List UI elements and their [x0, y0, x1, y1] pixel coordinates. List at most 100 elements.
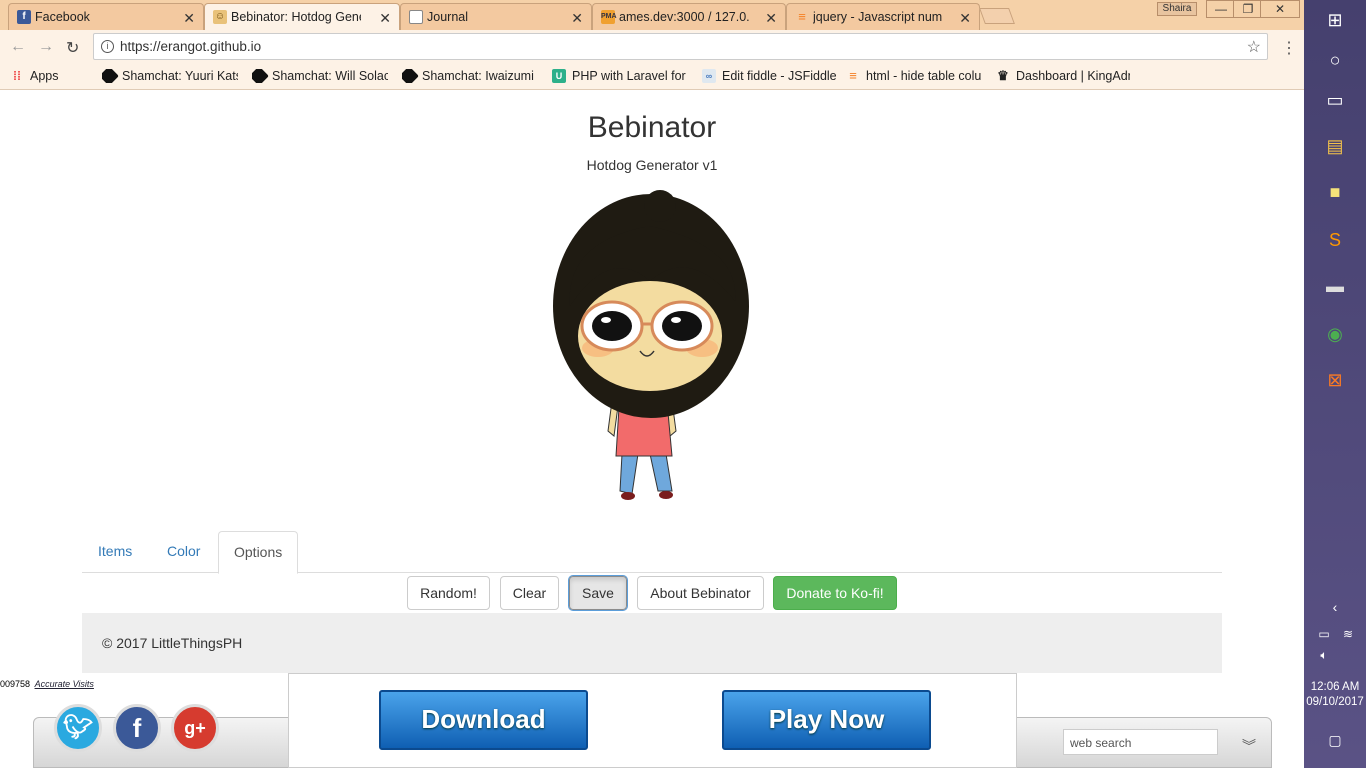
- bebinator-icon: ☺: [213, 10, 227, 24]
- bookmark-html[interactable]: ≡ html - hide table colu: [846, 69, 982, 83]
- visit-counter: 009758 Accurate Visits: [0, 679, 94, 689]
- forward-icon[interactable]: →: [38, 38, 54, 56]
- random-button[interactable]: Random!: [407, 576, 490, 610]
- bookmark-label: PHP with Laravel for: [572, 69, 686, 83]
- udemy-icon: U: [552, 69, 566, 83]
- bookmark-shamchat-1[interactable]: Shamchat: Yuuri Kats: [102, 69, 238, 83]
- page-content: Bebinator Hotdog Generator v1 Items Colo…: [0, 91, 1304, 768]
- volume-icon[interactable]: 🔈︎: [1312, 643, 1336, 667]
- facebook-icon: f: [17, 10, 31, 24]
- facebook-icon[interactable]: f: [113, 704, 161, 752]
- jsfiddle-icon: ∞: [702, 69, 716, 83]
- bookmark-label: Shamchat: Will Solac: [272, 69, 388, 83]
- crown-icon: ♛: [997, 69, 1009, 83]
- bookmark-label: Shamchat: Iwaizumi H: [422, 69, 538, 83]
- tab-label: Journal: [427, 10, 468, 24]
- bookmark-shamchat-3[interactable]: Shamchat: Iwaizumi H: [402, 69, 538, 83]
- bookmark-shamchat-2[interactable]: Shamchat: Will Solac: [252, 69, 388, 83]
- tab-facebook[interactable]: f Facebook ✕: [8, 3, 204, 30]
- page-subtitle: Hotdog Generator v1: [586, 157, 718, 173]
- tab-label: Facebook: [35, 10, 90, 24]
- tab-label: jquery - Javascript numb: [813, 10, 943, 24]
- bookmark-apps[interactable]: ⁞⁞ Apps: [10, 69, 70, 83]
- twitter-icon[interactable]: 🐦︎: [54, 704, 102, 752]
- url-text: https://erangot.github.io: [120, 39, 262, 54]
- address-bar[interactable]: i https://erangot.github.io ☆: [93, 33, 1268, 60]
- restore-button[interactable]: ❐: [1233, 0, 1263, 18]
- task-view-icon[interactable]: ▭: [1323, 88, 1347, 112]
- windows-start-icon[interactable]: ⊞: [1323, 8, 1347, 32]
- sublime-text-icon[interactable]: S: [1323, 228, 1347, 252]
- reload-icon[interactable]: ↻: [66, 38, 79, 58]
- donate-button[interactable]: Donate to Ko-fi!: [773, 576, 897, 610]
- bookmark-jsfiddle[interactable]: ∞ Edit fiddle - JSFiddle: [702, 69, 836, 83]
- action-buttons: Random! Clear Save About Bebinator Donat…: [0, 575, 1304, 611]
- chrome-icon[interactable]: ◉: [1323, 322, 1347, 346]
- tab-options[interactable]: Options: [218, 531, 299, 574]
- accurate-visits-link[interactable]: Accurate Visits: [35, 679, 94, 689]
- bookmark-label: Apps: [30, 69, 59, 83]
- wifi-icon[interactable]: ≋: [1336, 622, 1360, 646]
- bookmark-label: Shamchat: Yuuri Kats: [122, 69, 238, 83]
- bookmark-laravel[interactable]: U PHP with Laravel for: [552, 69, 688, 83]
- close-icon[interactable]: ✕: [959, 10, 971, 27]
- clock-time: 12:06 AM: [1310, 681, 1360, 693]
- file-explorer-icon[interactable]: ▤: [1323, 134, 1347, 158]
- apps-grid-icon: ⁞⁞: [13, 69, 21, 83]
- visit-count: 009758: [0, 679, 31, 689]
- close-window-button[interactable]: ✕: [1260, 0, 1300, 18]
- tab-stackoverflow[interactable]: ≡ jquery - Javascript numb ✕: [786, 3, 980, 30]
- google-plus-icon[interactable]: g+: [171, 704, 219, 752]
- menu-icon[interactable]: ⋮: [1281, 38, 1297, 58]
- action-center-icon[interactable]: ▢: [1323, 728, 1347, 752]
- chevron-down-icon[interactable]: ︾: [1242, 736, 1256, 756]
- close-icon[interactable]: ✕: [183, 10, 195, 27]
- save-button[interactable]: Save: [568, 575, 628, 611]
- new-tab-button[interactable]: [979, 8, 1015, 24]
- character-avatar: [553, 190, 749, 500]
- system-clock[interactable]: 12:06 AM 09/10/2017: [1304, 680, 1366, 710]
- bookmark-label: html - hide table colu: [866, 69, 982, 83]
- document-icon: [409, 10, 423, 24]
- clear-button[interactable]: Clear: [500, 576, 559, 610]
- download-button[interactable]: Download: [379, 690, 588, 750]
- bookmark-label: Dashboard | KingAdm: [1016, 69, 1130, 83]
- footer: © 2017 LittleThingsPH: [82, 613, 1222, 673]
- profile-button[interactable]: Shaira: [1157, 2, 1197, 16]
- terminal-icon[interactable]: ▬: [1323, 274, 1347, 298]
- info-icon[interactable]: i: [101, 40, 114, 53]
- chevron-left-icon[interactable]: ‹: [1323, 595, 1347, 619]
- minimize-button[interactable]: —: [1206, 0, 1236, 18]
- tab-phpmyadmin[interactable]: PMA ames.dev:3000 / 127.0.0. ✕: [592, 3, 786, 30]
- options-tabs: Items Color Options: [82, 531, 1222, 574]
- back-icon[interactable]: ←: [10, 38, 26, 56]
- ad-banner: Download Play Now: [288, 673, 1017, 768]
- shamchat-icon: [402, 69, 419, 83]
- close-icon[interactable]: ✕: [379, 10, 391, 27]
- browser-window: f Facebook ✕ ☺ Bebinator: Hotdog Gener ✕…: [0, 0, 1304, 768]
- xampp-icon[interactable]: ⊠: [1323, 368, 1347, 392]
- tab-bebinator[interactable]: ☺ Bebinator: Hotdog Gener ✕: [204, 3, 400, 30]
- play-now-button[interactable]: Play Now: [722, 690, 931, 750]
- tab-strip: f Facebook ✕ ☺ Bebinator: Hotdog Gener ✕…: [0, 0, 1304, 30]
- stackoverflow-icon: ≡: [798, 9, 806, 24]
- copyright-text: © 2017 LittleThingsPH: [102, 635, 243, 651]
- bookmark-dashboard[interactable]: ♛ Dashboard | KingAdm: [996, 69, 1130, 83]
- clock-date: 09/10/2017: [1306, 696, 1364, 708]
- tab-items[interactable]: Items: [83, 531, 147, 573]
- web-search-input[interactable]: web search: [1063, 729, 1218, 755]
- windows-taskbar: ⊞ ○ ▭ ▤ ■ S ▬ ◉ ⊠ ‹ ▭ ≋ 🔈︎ 12:06 AM 09/1…: [1304, 0, 1366, 768]
- tab-label: Bebinator: Hotdog Gener: [231, 10, 361, 24]
- close-icon[interactable]: ✕: [571, 10, 583, 27]
- bookmark-star-icon[interactable]: ☆: [1247, 37, 1261, 57]
- shamchat-icon: [252, 69, 269, 83]
- about-button[interactable]: About Bebinator: [637, 576, 764, 610]
- tab-label: ames.dev:3000 / 127.0.0.: [619, 10, 749, 24]
- cortana-icon[interactable]: ○: [1323, 48, 1347, 72]
- close-icon[interactable]: ✕: [765, 10, 777, 27]
- tab-color[interactable]: Color: [152, 531, 215, 573]
- tab-journal[interactable]: Journal ✕: [400, 3, 592, 30]
- phpmyadmin-icon: PMA: [601, 10, 617, 24]
- sticky-notes-icon[interactable]: ■: [1323, 180, 1347, 204]
- stackoverflow-icon: ≡: [849, 69, 857, 83]
